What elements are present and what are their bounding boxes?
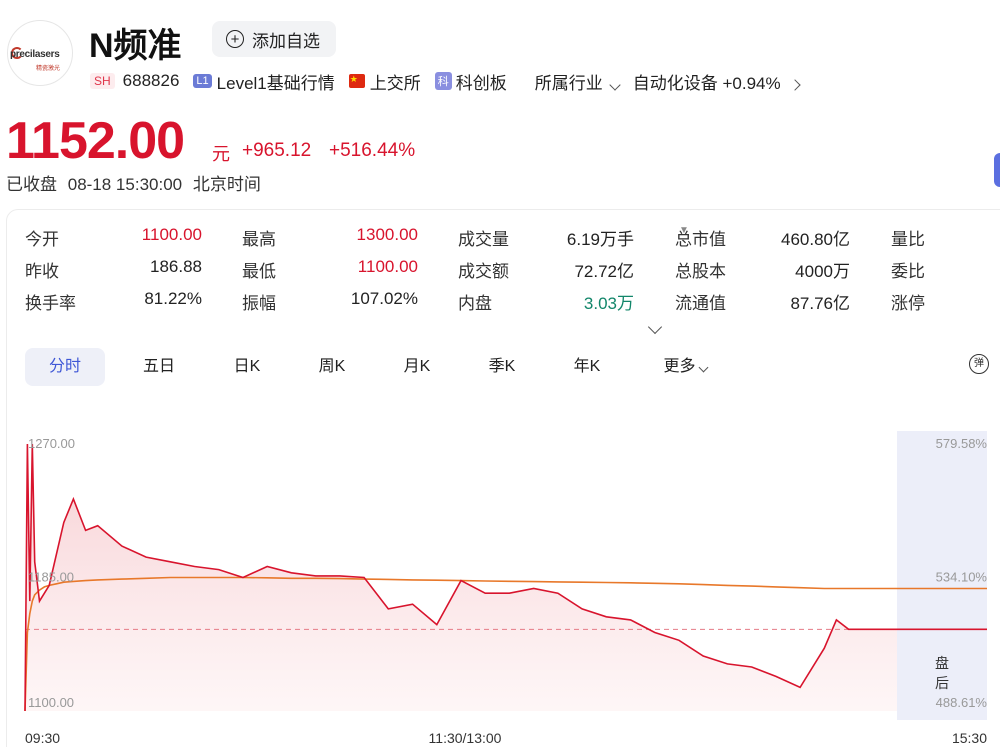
danmaku-toggle-icon[interactable]: 弹 <box>969 354 989 374</box>
stat-value: 186.88 <box>150 257 202 276</box>
stock-code: 688826 <box>122 71 180 90</box>
price-change: +965.12 <box>242 140 312 161</box>
stat-label: 振幅 <box>242 294 276 313</box>
stats-row: 今开 1100.00 最高 1300.00 成交量 6.19万手 总市值 ▼ 46… <box>25 225 1000 249</box>
chevron-down-icon <box>698 362 708 373</box>
stat-value: 72.72亿 <box>574 262 634 281</box>
stat-label: 内盘 <box>458 294 492 313</box>
intraday-chart[interactable]: 盘 后 1270.00 1185.00 1100.00 579.58% 534.10% 4… <box>0 420 1000 747</box>
y-axis-pct-label: 534.10% <box>936 570 988 585</box>
stat-value: 6.19万手 <box>566 230 634 249</box>
stat-label: 流通值 <box>675 294 726 313</box>
stat-label: 成交量 <box>458 230 509 249</box>
industry-dropdown-label: 所属行业 <box>534 73 603 93</box>
exchange-label: 上交所 <box>369 73 421 93</box>
industry-link[interactable]: 自动化设备 +0.94% <box>632 69 801 94</box>
y-axis-tick-label: 1185.00 <box>28 570 74 585</box>
stat-label: 最低 <box>242 262 276 281</box>
triangle-down-icon: ▼ <box>679 225 689 236</box>
y-axis-pct-label: 488.61% <box>936 695 988 710</box>
stat-label: 成交额 <box>458 262 509 281</box>
stat-label: 换手率 <box>25 294 76 313</box>
stat-label: 量比 <box>891 230 925 249</box>
tab-five-day[interactable]: 五日 <box>124 348 194 386</box>
company-logo: precilasers 精瓷激光 <box>7 20 73 86</box>
board-label: 科创板 <box>455 73 507 93</box>
stat-label: 昨收 <box>25 262 59 281</box>
china-flag-icon: ★ <box>348 74 365 88</box>
tab-weekly-k[interactable]: 周K <box>297 348 367 386</box>
industry-dropdown[interactable]: 所属行业 <box>535 69 625 94</box>
plus-circle-icon: + <box>226 30 244 48</box>
market-badge: SH <box>90 73 115 89</box>
y-axis-tick-label: 1270.00 <box>28 436 75 451</box>
stat-value: 4000万 <box>795 262 850 281</box>
logo-text: precilasers <box>10 49 60 60</box>
chevron-right-icon <box>788 78 801 91</box>
price-unit: 元 <box>212 144 230 164</box>
x-axis-tick-label: 09:30 <box>25 730 60 746</box>
stat-label: 委比 <box>891 262 925 281</box>
current-price: 1152.00 <box>6 112 185 170</box>
logo-subtext: 精瓷激光 <box>36 66 61 72</box>
tab-yearly-k[interactable]: 年K <box>552 348 622 386</box>
stat-value: 87.76亿 <box>790 294 850 313</box>
stat-label: 最高 <box>242 230 276 249</box>
x-axis-tick-label: 11:30/13:00 <box>429 730 502 746</box>
stock-tags: SH 688826 L1 Level1基础行情 ★ 上交所 科 科创板 所属行业… <box>90 69 801 94</box>
market-status-text: 已收盘 <box>6 175 57 194</box>
stat-value: 1300.00 <box>356 225 418 244</box>
star-market-badge-icon: 科 <box>434 72 452 90</box>
tab-daily-k[interactable]: 日K <box>212 348 282 386</box>
stat-value: 81.22% <box>144 289 202 308</box>
chevron-down-icon <box>609 78 621 91</box>
y-axis-pct-label: 579.58% <box>936 436 988 451</box>
side-panel-toggle[interactable] <box>994 153 1000 187</box>
stat-label: 涨停 <box>891 294 925 313</box>
price-change-pct: +516.44% <box>329 140 416 161</box>
tab-more-label: 更多 <box>663 358 696 375</box>
industry-name: 自动化设备 <box>632 73 718 93</box>
tab-more-dropdown[interactable]: 更多 <box>650 348 720 386</box>
add-watchlist-button[interactable]: + 添加自选 <box>212 21 336 57</box>
quote-timezone: 北京时间 <box>192 175 261 194</box>
stat-value: 1100.00 <box>357 257 418 276</box>
market-status: 已收盘 08-18 15:30:00 北京时间 <box>6 170 261 195</box>
stat-value: 460.80亿 <box>781 230 850 249</box>
quote-time: 08-18 15:30:00 <box>67 175 183 194</box>
level1-badge-icon: L1 <box>193 74 212 88</box>
stats-row: 换手率 81.22% 振幅 107.02% 内盘 3.03万 流通值 87.76… <box>25 289 1000 313</box>
tab-intraday[interactable]: 分时 <box>25 348 105 386</box>
stat-value: 107.02% <box>350 289 418 308</box>
stats-row: 昨收 186.88 最低 1100.00 成交额 72.72亿 总股本 4000… <box>25 257 1000 281</box>
industry-change: +0.94% <box>722 73 781 93</box>
stock-title: N频准 <box>89 27 182 65</box>
tab-monthly-k[interactable]: 月K <box>382 348 452 386</box>
stat-label: 总股本 <box>675 262 726 281</box>
after-hours-label: 后 <box>935 675 949 691</box>
y-axis-tick-label: 1100.00 <box>28 695 74 710</box>
after-hours-label: 盘 <box>935 655 949 671</box>
stat-value: 1100.00 <box>141 225 202 244</box>
add-watchlist-label: 添加自选 <box>252 31 320 51</box>
tab-quarterly-k[interactable]: 季K <box>467 348 537 386</box>
x-axis-tick-label: 15:30 <box>952 730 987 746</box>
stat-value: 3.03万 <box>583 294 634 313</box>
stat-label: 今开 <box>25 230 59 249</box>
level1-quote-link[interactable]: Level1基础行情 <box>217 69 335 94</box>
